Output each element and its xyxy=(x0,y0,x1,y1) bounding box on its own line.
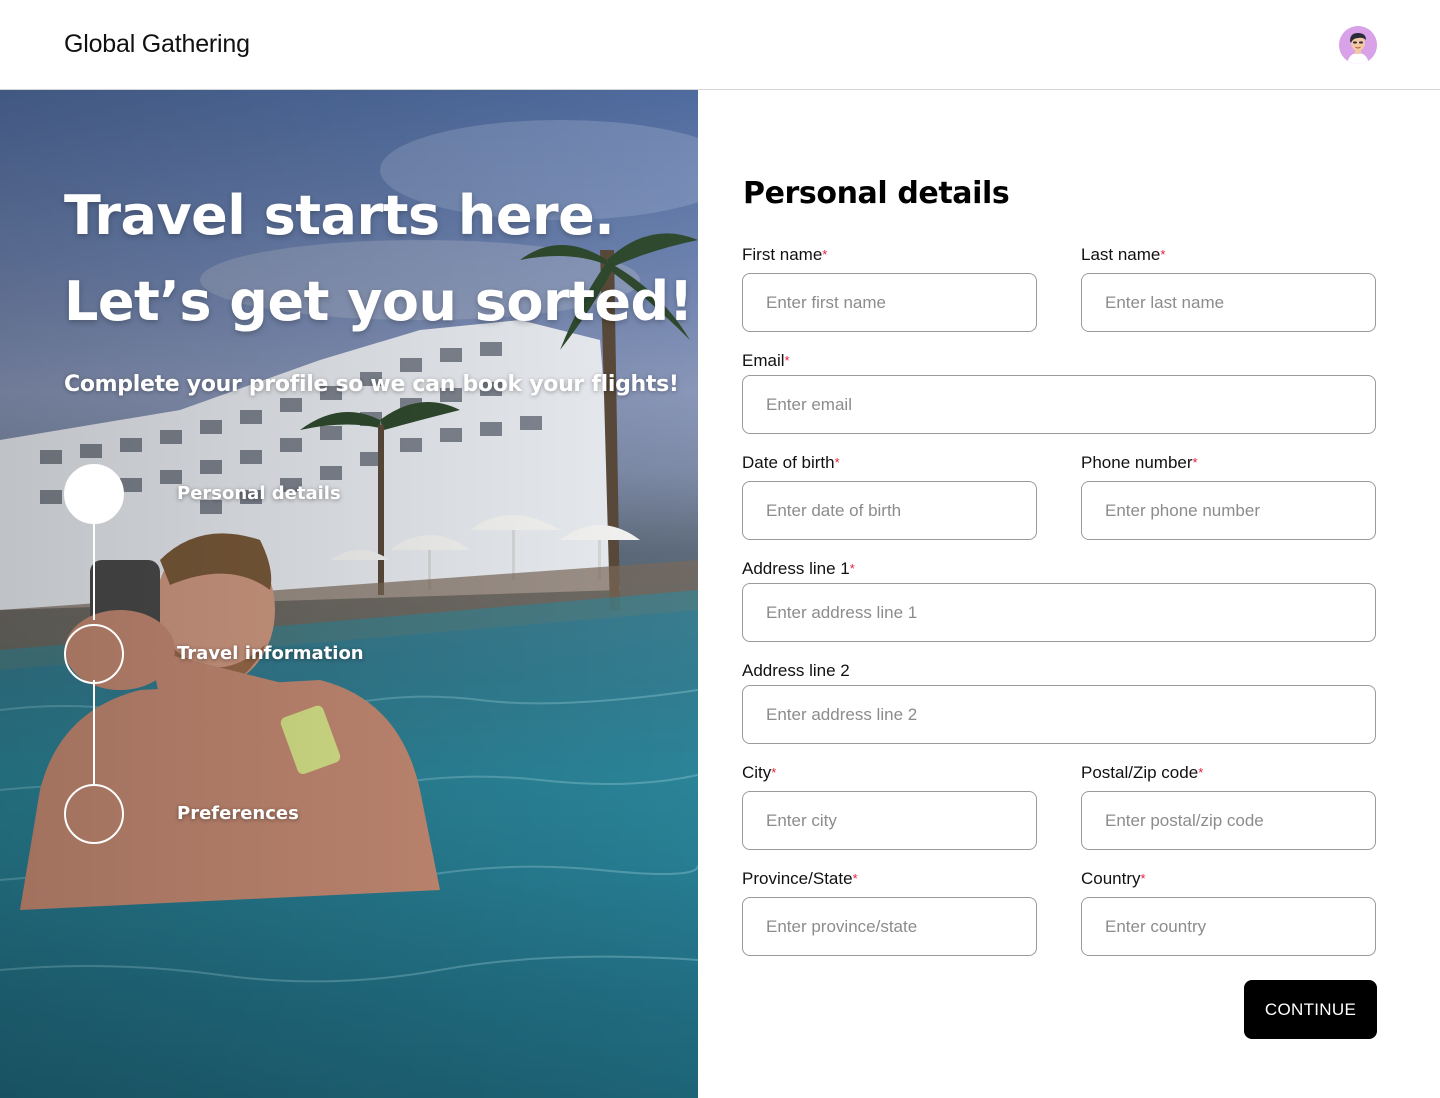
dob-label-text: Date of birth xyxy=(742,453,835,472)
stepper-connector xyxy=(93,680,95,784)
required-marker: * xyxy=(852,871,858,886)
city-field: City* xyxy=(742,762,1037,850)
avatar-illustration xyxy=(1339,26,1377,64)
brand-name[interactable]: Global Gathering xyxy=(64,30,250,59)
first-name-label: First name* xyxy=(742,244,1037,266)
province-label: Province/State* xyxy=(742,868,1037,890)
country-input[interactable] xyxy=(1081,897,1376,956)
first-name-field: First name* xyxy=(742,244,1037,332)
hero-subtitle: Complete your profile so we can book you… xyxy=(64,372,679,397)
top-header: Global Gathering xyxy=(0,0,1440,90)
address-line-2-field: Address line 2 xyxy=(742,660,1376,744)
first-name-label-text: First name xyxy=(742,245,823,264)
continue-button[interactable]: CONTINUE xyxy=(1244,980,1377,1039)
province-label-text: Province/State xyxy=(742,869,853,888)
user-avatar-icon[interactable] xyxy=(1339,26,1377,64)
postal-code-label-text: Postal/Zip code xyxy=(1081,763,1199,782)
country-field: Country* xyxy=(1081,868,1376,956)
required-marker: * xyxy=(1198,765,1204,780)
province-input[interactable] xyxy=(742,897,1037,956)
city-label: City* xyxy=(742,762,1037,784)
required-marker: * xyxy=(1192,455,1198,470)
step-3-indicator[interactable] xyxy=(64,784,124,844)
address-line-1-input[interactable] xyxy=(742,583,1376,642)
phone-label: Phone number* xyxy=(1081,452,1376,474)
email-label: Email* xyxy=(742,350,1376,372)
dob-field: Date of birth* xyxy=(742,452,1037,540)
required-marker: * xyxy=(784,353,790,368)
city-input[interactable] xyxy=(742,791,1037,850)
stepper-connector xyxy=(93,520,95,620)
postal-code-label: Postal/Zip code* xyxy=(1081,762,1376,784)
step-1-indicator[interactable] xyxy=(64,464,124,524)
form-title: Personal details xyxy=(743,176,1010,211)
hero-panel: Travel starts here. Let’s get you sorted… xyxy=(0,90,698,1098)
city-label-text: City xyxy=(742,763,772,782)
step-2-indicator[interactable] xyxy=(64,624,124,684)
dob-input[interactable] xyxy=(742,481,1037,540)
address-line-1-label-text: Address line 1 xyxy=(742,559,850,578)
address-line-2-label: Address line 2 xyxy=(742,661,850,680)
email-field: Email* xyxy=(742,350,1376,434)
province-field: Province/State* xyxy=(742,868,1037,956)
address-line-2-input[interactable] xyxy=(742,685,1376,744)
required-marker: * xyxy=(1160,247,1166,262)
postal-code-input[interactable] xyxy=(1081,791,1376,850)
last-name-label-text: Last name xyxy=(1081,245,1161,264)
address-line-1-label: Address line 1* xyxy=(742,558,1376,580)
required-marker: * xyxy=(849,561,855,576)
step-1-label[interactable]: Personal details xyxy=(177,483,341,504)
email-label-text: Email xyxy=(742,351,785,370)
postal-code-field: Postal/Zip code* xyxy=(1081,762,1376,850)
required-marker: * xyxy=(822,247,828,262)
required-marker: * xyxy=(1140,871,1146,886)
phone-input[interactable] xyxy=(1081,481,1376,540)
phone-label-text: Phone number xyxy=(1081,453,1193,472)
last-name-input[interactable] xyxy=(1081,273,1376,332)
country-label: Country* xyxy=(1081,868,1376,890)
required-marker: * xyxy=(771,765,777,780)
step-2-label[interactable]: Travel information xyxy=(177,643,364,664)
last-name-field: Last name* xyxy=(1081,244,1376,332)
email-input[interactable] xyxy=(742,375,1376,434)
hero-title-line-1: Travel starts here. xyxy=(64,184,615,247)
hero-title-line-2: Let’s get you sorted! xyxy=(64,270,693,333)
country-label-text: Country xyxy=(1081,869,1141,888)
dob-label: Date of birth* xyxy=(742,452,1037,474)
first-name-input[interactable] xyxy=(742,273,1037,332)
required-marker: * xyxy=(834,455,840,470)
phone-field: Phone number* xyxy=(1081,452,1376,540)
last-name-label: Last name* xyxy=(1081,244,1376,266)
address-line-1-field: Address line 1* xyxy=(742,558,1376,642)
step-3-label[interactable]: Preferences xyxy=(177,803,299,824)
